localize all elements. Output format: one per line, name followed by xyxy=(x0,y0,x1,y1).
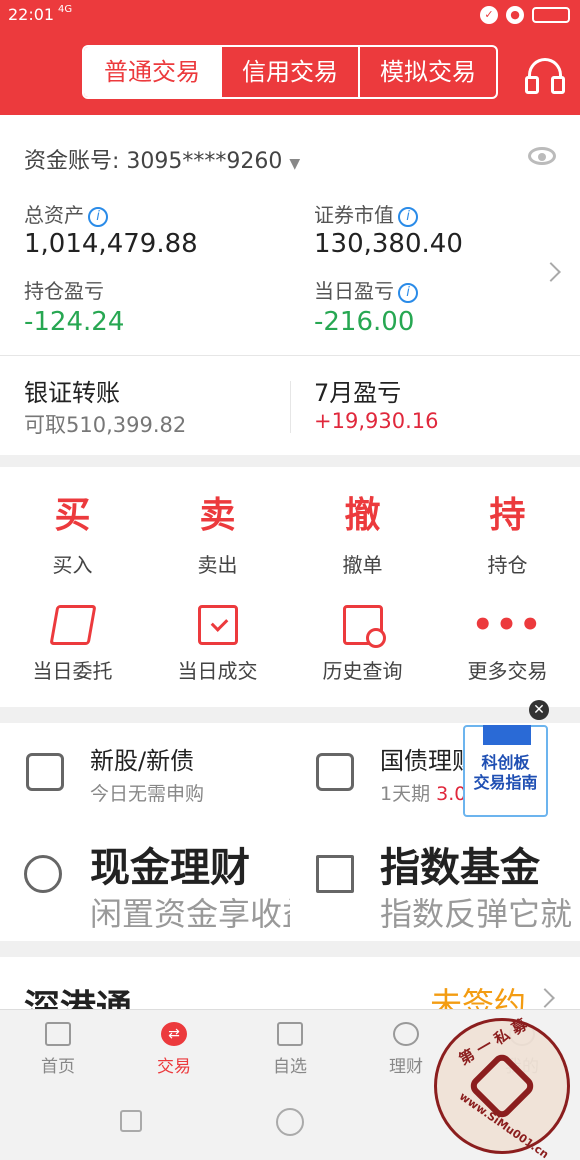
header: 普通交易 信用交易 模拟交易 xyxy=(0,30,580,115)
entrust-icon xyxy=(48,605,97,645)
status-bar: 22:01 4G ✓ ● xyxy=(0,0,580,30)
market-value: 130,380.40 xyxy=(314,229,463,259)
eye-icon[interactable] xyxy=(528,147,556,165)
positions-button[interactable]: 持 持仓 xyxy=(435,493,580,578)
calendar-chart-icon xyxy=(26,753,64,791)
sell-glyph: 卖 xyxy=(199,495,236,536)
cancel-label: 撤单 xyxy=(342,553,383,577)
more-icon: ••• xyxy=(471,605,544,645)
battery-icon xyxy=(532,7,570,23)
repo-title: 国债理财 xyxy=(380,747,476,775)
divider xyxy=(0,355,580,356)
recent-apps-button[interactable] xyxy=(120,1110,142,1132)
shgt-card[interactable]: 深港通 未签约 xyxy=(0,957,580,1017)
history-query-button[interactable]: 历史查询 xyxy=(290,605,435,684)
withdrawable-amount: 可取510,399.82 xyxy=(24,413,187,437)
piggy-bank-icon xyxy=(24,855,62,893)
chevron-right-icon xyxy=(535,988,555,1008)
network-indicator: 4G xyxy=(58,4,73,15)
repo-rate: 3.0 xyxy=(436,783,467,805)
chevron-right-icon[interactable] xyxy=(541,262,561,282)
today-deals-label: 当日成交 xyxy=(177,659,258,683)
positions-glyph: 持 xyxy=(489,495,526,536)
lock-icon: ● xyxy=(506,6,524,24)
ipo-title: 新股/新债 xyxy=(90,747,195,775)
cancel-glyph: 撤 xyxy=(344,495,381,536)
bar-chart-icon xyxy=(316,855,354,893)
account-selector[interactable]: 资金账号: 3095****9260 ▼ xyxy=(24,143,300,175)
daily-pl-value: -216.00 xyxy=(314,307,415,337)
tab-watchlist-label: 自选 xyxy=(273,1057,307,1077)
buy-label: 买入 xyxy=(52,553,93,577)
trend-chart-icon xyxy=(277,1022,303,1046)
sell-button[interactable]: 卖 卖出 xyxy=(145,493,290,578)
status-time: 22:01 xyxy=(8,5,55,24)
position-pl-label: 持仓盈亏 xyxy=(24,279,104,303)
deal-icon xyxy=(197,605,238,645)
watermark-seal: 第 一 私 募 www.SiMu001.cn xyxy=(434,1015,570,1160)
account-number: 3095****9260 xyxy=(126,149,283,174)
account-label: 资金账号: xyxy=(24,149,120,174)
star-market-guide-ad[interactable]: 科创板 交易指南 xyxy=(463,725,548,817)
buy-glyph: 买 xyxy=(54,495,91,536)
bank-transfer-title: 银证转账 xyxy=(24,379,120,407)
shield-icon: ✓ xyxy=(480,6,498,24)
chevron-down-icon: ▼ xyxy=(289,156,301,172)
history-query-label: 历史查询 xyxy=(322,659,403,683)
today-orders-button[interactable]: 当日委托 xyxy=(0,605,145,684)
tab-normal-trading[interactable]: 普通交易 xyxy=(84,47,222,97)
repo-subtitle: 1天期 3.0 xyxy=(380,783,467,805)
trade-actions-grid: 买 买入 卖 卖出 撤 撤单 持 持仓 当日委托 当日成交 历史查询 ••• 更… xyxy=(0,467,580,707)
buy-button[interactable]: 买 买入 xyxy=(0,493,145,578)
tab-simulated-trading[interactable]: 模拟交易 xyxy=(360,47,496,97)
divider xyxy=(290,381,291,433)
customer-service-icon[interactable] xyxy=(525,58,565,94)
home-icon xyxy=(45,1022,71,1046)
total-assets-value: 1,014,479.88 xyxy=(24,229,198,259)
money-bag-icon xyxy=(393,1022,419,1046)
cash-subtitle: 闲置资金享收益 xyxy=(90,895,290,933)
account-card: 资金账号: 3095****9260 ▼ 总资产 i 1,014,479.88 证… xyxy=(0,115,580,455)
more-trading-label: 更多交易 xyxy=(467,659,548,683)
tab-trade-label: 交易 xyxy=(157,1057,191,1077)
index-title: 指数基金 xyxy=(380,845,540,891)
tab-home-label: 首页 xyxy=(41,1057,75,1077)
tab-home[interactable]: 首页 xyxy=(0,1010,116,1083)
ad-line1: 科创板 xyxy=(481,753,530,772)
info-icon[interactable]: i xyxy=(88,207,108,227)
total-assets-label: 总资产 i xyxy=(24,199,108,228)
swap-icon: ⇄ xyxy=(161,1022,187,1046)
more-trading-button[interactable]: ••• 更多交易 xyxy=(435,605,580,684)
home-button[interactable] xyxy=(276,1108,304,1136)
ad-line2: 交易指南 xyxy=(473,773,538,792)
info-icon[interactable]: i xyxy=(398,207,418,227)
tab-watchlist[interactable]: 自选 xyxy=(232,1010,348,1083)
cancel-order-button[interactable]: 撤 撤单 xyxy=(290,493,435,578)
ad-chart-graphic xyxy=(483,725,531,745)
sell-label: 卖出 xyxy=(197,553,238,577)
trade-mode-segment: 普通交易 信用交易 模拟交易 xyxy=(82,45,498,99)
index-subtitle: 指数反弹它就 xyxy=(380,895,573,933)
cash-title: 现金理财 xyxy=(90,845,250,891)
today-orders-label: 当日委托 xyxy=(32,659,113,683)
tab-credit-trading[interactable]: 信用交易 xyxy=(222,47,360,97)
daily-pl-label: 当日盈亏 i xyxy=(314,275,418,304)
position-pl-value: -124.24 xyxy=(24,307,125,337)
monthly-pl-value: +19,930.16 xyxy=(314,409,439,433)
positions-label: 持仓 xyxy=(487,553,528,577)
today-deals-button[interactable]: 当日成交 xyxy=(145,605,290,684)
ipo-subtitle: 今日无需申购 xyxy=(90,783,205,805)
history-icon xyxy=(342,605,386,648)
close-icon[interactable]: ✕ xyxy=(529,700,549,720)
status-icons: ✓ ● xyxy=(480,6,570,24)
info-icon[interactable]: i xyxy=(398,283,418,303)
yen-ticket-icon xyxy=(316,753,354,791)
monthly-pl-title: 7月盈亏 xyxy=(314,379,402,407)
tab-trade[interactable]: ⇄ 交易 xyxy=(116,1010,232,1083)
market-value-label: 证券市值 i xyxy=(314,199,418,228)
